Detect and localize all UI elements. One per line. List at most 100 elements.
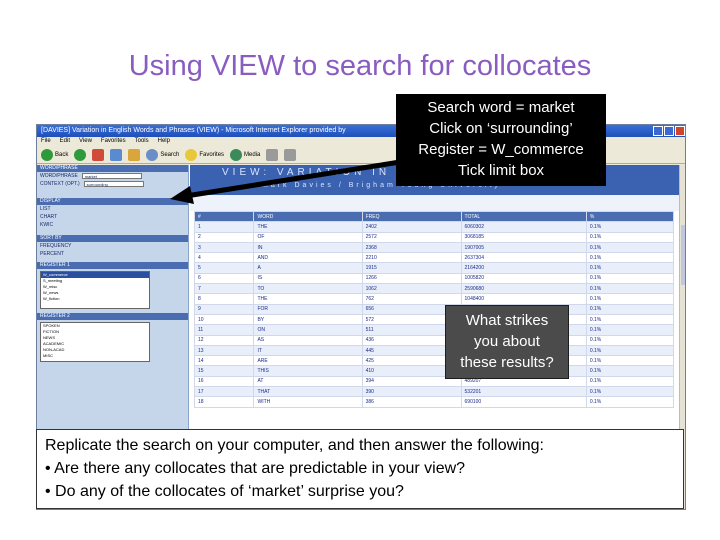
table-row[interactable]: 10BY5725461100.1% bbox=[193, 313, 675, 326]
favorites-button[interactable]: Favorites bbox=[185, 148, 224, 161]
table-cell[interactable]: WITH bbox=[253, 396, 363, 408]
table-cell: 0.1% bbox=[585, 231, 675, 243]
table-cell[interactable]: IN bbox=[253, 241, 363, 254]
maximize-icon[interactable] bbox=[664, 126, 674, 136]
minimize-icon[interactable] bbox=[653, 126, 663, 136]
option-chart-label: CHART bbox=[40, 214, 58, 220]
table-cell[interactable]: FOR bbox=[253, 303, 363, 315]
context-input[interactable]: surrounding bbox=[83, 181, 144, 187]
media-button[interactable]: Media bbox=[230, 148, 261, 161]
home-icon[interactable] bbox=[128, 148, 141, 161]
table-row[interactable]: 1 THE 2402 6060302 0.1% bbox=[193, 221, 675, 233]
table-cell: 0.1% bbox=[585, 396, 675, 408]
register2-item[interactable]: MISC bbox=[41, 353, 149, 359]
table-cell: 12 bbox=[193, 334, 255, 346]
table-row[interactable]: 8 THE 762 1048400 0.1% bbox=[193, 293, 675, 305]
table-row[interactable]: 13IT4458300060.1% bbox=[193, 344, 675, 357]
results-table: # WORD FREQ TOTAL % 1 THE 2402 6060302 0.1% 2… bbox=[193, 210, 675, 408]
table-row[interactable]: 16 AT 394 489207 0.1% bbox=[193, 375, 675, 388]
table-cell[interactable]: OF bbox=[253, 231, 363, 243]
instruction-line: Replicate the search on your computer, a… bbox=[45, 437, 544, 454]
table-cell[interactable]: IT bbox=[253, 344, 363, 357]
media-label: Media bbox=[244, 151, 261, 158]
mail-icon[interactable] bbox=[284, 148, 297, 161]
option-kwic[interactable]: KWIC bbox=[37, 221, 188, 229]
table-cell[interactable]: BY bbox=[253, 313, 363, 326]
table-cell: 0.1% bbox=[585, 334, 675, 346]
table-cell[interactable]: THE bbox=[253, 221, 363, 233]
scrollbar-thumb[interactable] bbox=[681, 225, 685, 285]
menu-edit[interactable]: Edit bbox=[60, 137, 70, 146]
table-cell[interactable]: THAT bbox=[253, 386, 363, 398]
close-icon[interactable] bbox=[675, 126, 685, 136]
menu-favorites[interactable]: Favorites bbox=[101, 137, 126, 146]
table-cell: 0.1% bbox=[585, 221, 675, 233]
table-row[interactable]: 12AS4365800600.1% bbox=[193, 334, 675, 346]
table-cell: 2590680 bbox=[460, 283, 587, 295]
back-label: Back bbox=[55, 151, 69, 158]
search-icon bbox=[146, 148, 159, 161]
table-cell[interactable]: AND bbox=[253, 252, 363, 264]
stop-icon[interactable] bbox=[92, 148, 105, 161]
table-cell: 1907005 bbox=[460, 241, 587, 254]
table-cell: 0.1% bbox=[585, 365, 675, 377]
table-row[interactable]: 4 AND 2210 2637304 0.1% bbox=[193, 252, 675, 264]
table-cell[interactable]: AS bbox=[253, 334, 363, 346]
table-cell: 690100 bbox=[460, 396, 587, 408]
search-label: Search bbox=[160, 151, 180, 158]
table-cell[interactable]: ON bbox=[253, 324, 363, 336]
col-header: WORD bbox=[253, 210, 363, 223]
table-cell[interactable]: THE bbox=[253, 293, 363, 305]
option-chart[interactable]: CHART bbox=[37, 213, 188, 221]
table-cell: 15 bbox=[193, 365, 255, 377]
arrow-shaft bbox=[185, 159, 401, 199]
arrow-head-icon bbox=[170, 186, 194, 204]
forward-arrow-icon[interactable] bbox=[74, 148, 87, 161]
register1-item[interactable]: W_fiction bbox=[41, 296, 149, 302]
table-cell: 7 bbox=[193, 283, 255, 295]
menu-view[interactable]: View bbox=[79, 137, 92, 146]
table-row[interactable]: 11ON5117000000.1% bbox=[193, 324, 675, 336]
back-button[interactable]: Back bbox=[41, 148, 69, 161]
table-row[interactable]: 9FOR6568313050.1% bbox=[193, 303, 675, 315]
table-row[interactable]: 6 IS 1266 1005820 0.1% bbox=[193, 272, 675, 285]
sort-frequency[interactable]: FREQUENCY bbox=[37, 242, 188, 250]
table-cell[interactable]: IS bbox=[253, 272, 363, 285]
table-cell[interactable]: TO bbox=[253, 283, 363, 295]
menu-tools[interactable]: Tools bbox=[135, 137, 149, 146]
word-row: WORD/PHRASE market bbox=[37, 172, 188, 180]
context-row: CONTEXT (OPT.) surrounding bbox=[37, 180, 188, 188]
table-row[interactable]: 5 A 1915 2164200 0.1% bbox=[193, 262, 675, 274]
menu-help[interactable]: Help bbox=[158, 137, 170, 146]
refresh-icon[interactable] bbox=[110, 148, 123, 161]
col-header: # bbox=[193, 210, 255, 223]
word-input[interactable]: market bbox=[81, 173, 142, 179]
table-cell[interactable]: ARE bbox=[253, 355, 363, 367]
register1-header: REGISTER 1 bbox=[37, 262, 188, 269]
table-cell: 4 bbox=[193, 252, 255, 264]
sort-percent[interactable]: PERCENT bbox=[37, 250, 188, 258]
option-list[interactable]: LIST bbox=[37, 205, 188, 213]
history-icon[interactable] bbox=[266, 148, 279, 161]
table-cell[interactable]: AT bbox=[253, 375, 363, 388]
col-header: TOTAL bbox=[460, 210, 587, 223]
menu-file[interactable]: File bbox=[41, 137, 51, 146]
table-row[interactable]: 18 WITH 386 690100 0.1% bbox=[193, 396, 675, 408]
table-row[interactable]: 2 OF 2572 3068185 0.1% bbox=[193, 231, 675, 243]
table-cell: 2210 bbox=[361, 252, 462, 264]
table-row[interactable]: 17 THAT 390 532201 0.1% bbox=[193, 386, 675, 398]
pointer-arrow bbox=[170, 159, 401, 204]
table-cell[interactable]: A bbox=[253, 262, 363, 274]
window-title: [DAVIES] Variation in English Words and … bbox=[41, 127, 346, 134]
table-row[interactable]: 3 IN 2368 1907005 0.1% bbox=[193, 241, 675, 254]
option-list-label: LIST bbox=[40, 206, 51, 212]
table-row[interactable]: 15THIS4104600000.1% bbox=[193, 365, 675, 377]
register2-listbox[interactable]: SPOKEN FICTION NEWS ACADEMIC NON-ACAD MI… bbox=[40, 322, 150, 362]
table-row[interactable]: 7 TO 1062 2590680 0.1% bbox=[193, 283, 675, 295]
register1-listbox[interactable]: W_commerce S_meeting W_misc W_news W_fic… bbox=[40, 271, 150, 309]
search-button[interactable]: Search bbox=[146, 148, 180, 161]
table-cell[interactable]: THIS bbox=[253, 365, 363, 377]
table-cell: 0.1% bbox=[585, 252, 675, 264]
results-question-callout: What strikes you about these results? bbox=[445, 305, 569, 379]
table-row[interactable]: 14ARE4254653060.1% bbox=[193, 355, 675, 367]
